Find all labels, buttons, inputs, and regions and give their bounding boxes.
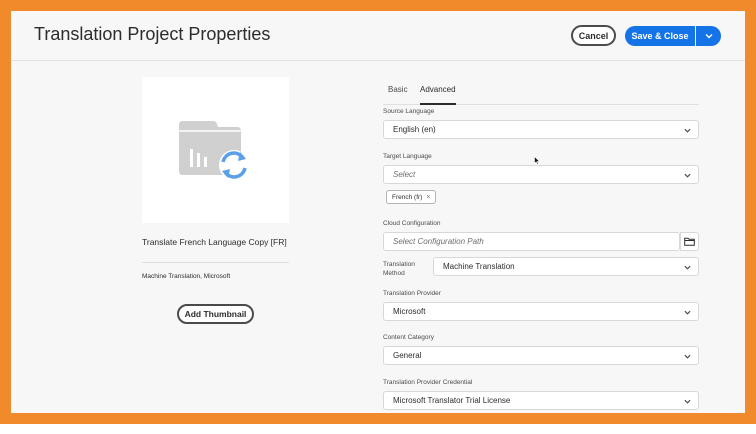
target-language-label: Target Language <box>383 153 432 160</box>
chevron-down-icon <box>684 354 691 359</box>
content-category-value: General <box>393 351 422 360</box>
page-title: Translation Project Properties <box>34 24 271 44</box>
provider-credential-label: Translation Provider Credential <box>383 379 473 386</box>
source-language-value: English (en) <box>393 125 436 134</box>
cloud-configuration-placeholder: Select Configuration Path <box>393 237 484 246</box>
project-thumbnail <box>142 77 289 223</box>
add-thumbnail-button[interactable]: Add Thumbnail <box>177 304 254 324</box>
folder-sync-icon <box>179 121 249 180</box>
folder-icon <box>684 237 695 246</box>
translation-method-select[interactable]: Machine Translation <box>433 257 699 276</box>
target-language-tag: French (fr) × <box>386 190 437 204</box>
chevron-down-icon <box>684 173 691 178</box>
tab-advanced[interactable]: Advanced <box>420 85 456 94</box>
save-options-button[interactable] <box>696 26 721 46</box>
cloud-configuration-label: Cloud Configuration <box>383 220 441 227</box>
tag-label: French (fr) <box>392 193 423 201</box>
provider-credential-select[interactable]: Microsoft Translator Trial License <box>383 391 699 410</box>
mouse-cursor-icon <box>534 156 540 165</box>
translation-provider-value: Microsoft <box>393 307 426 316</box>
tab-basic[interactable]: Basic <box>388 85 408 94</box>
translation-provider-select[interactable]: Microsoft <box>383 302 699 321</box>
chevron-down-icon <box>684 310 691 315</box>
page-header: Translation Project Properties Cancel Sa… <box>11 11 745 61</box>
project-title: Translate French Language Copy [FR] <box>142 237 287 247</box>
translation-method-label: Translation Method <box>383 261 415 277</box>
project-subtitle: Machine Translation, Microsoft <box>142 273 231 280</box>
window-frame: Translation Project Properties Cancel Sa… <box>0 0 756 424</box>
chevron-down-icon <box>684 265 691 270</box>
source-language-select[interactable]: English (en) <box>383 120 699 139</box>
close-icon[interactable]: × <box>426 194 430 201</box>
save-close-button[interactable]: Save & Close <box>625 26 695 46</box>
provider-credential-value: Microsoft Translator Trial License <box>393 396 511 405</box>
content-category-label: Content Category <box>383 334 434 341</box>
cancel-button[interactable]: Cancel <box>571 25 616 46</box>
browse-button[interactable] <box>680 232 699 251</box>
source-language-label: Source Language <box>383 108 435 115</box>
active-tab-indicator <box>420 103 456 105</box>
chevron-down-icon <box>705 34 712 39</box>
translation-method-value: Machine Translation <box>443 262 515 271</box>
divider <box>142 262 289 263</box>
translation-provider-label: Translation Provider <box>383 290 441 297</box>
target-language-placeholder: Select <box>393 170 416 179</box>
target-language-select[interactable]: Select <box>383 165 699 184</box>
cloud-configuration-input[interactable]: Select Configuration Path <box>383 232 680 251</box>
chevron-down-icon <box>684 399 691 404</box>
content-category-select[interactable]: General <box>383 346 699 365</box>
tab-bar: Basic Advanced <box>383 77 699 105</box>
chevron-down-icon <box>684 128 691 133</box>
